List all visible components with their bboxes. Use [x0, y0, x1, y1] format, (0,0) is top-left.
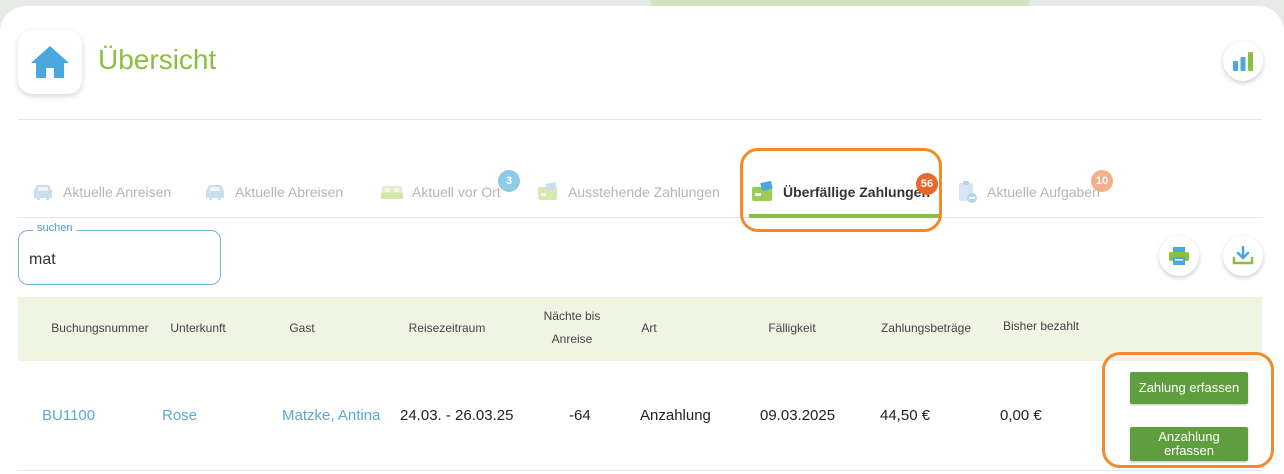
car-icon	[30, 180, 56, 204]
amount-paid: 0,00 €	[1000, 407, 1042, 424]
column-header-amounts: Zahlungsbeträge	[880, 321, 972, 335]
column-header-guest: Gast	[289, 321, 315, 335]
tab-current-tasks[interactable]: Aktuelle Aufgaben 10	[954, 166, 1113, 218]
page-title: Übersicht	[98, 44, 217, 75]
printer-icon	[1169, 247, 1189, 265]
search-input[interactable]	[29, 249, 209, 271]
tab-label: Aktuelle Abreisen	[235, 184, 344, 200]
search-label: suchen	[33, 222, 77, 234]
tab-pending-payments[interactable]: Ausstehende Zahlungen	[535, 166, 720, 218]
travel-period: 24.03. - 26.03.25	[400, 407, 514, 424]
search-field[interactable]: suchen	[18, 222, 221, 285]
tab-badge: 10	[1091, 170, 1113, 192]
clipboard-icon	[954, 180, 980, 204]
nights-until-arrival: -64	[569, 407, 591, 424]
payment-card-icon	[535, 180, 561, 204]
column-header-due: Fälligkeit	[768, 321, 816, 335]
guest-link[interactable]: Matzke, Antina	[282, 407, 380, 424]
tab-label: Aktuelle Aufgaben	[987, 184, 1100, 200]
print-button[interactable]	[1159, 236, 1199, 276]
column-header-type: Art	[641, 321, 657, 335]
tab-badge: 3	[498, 170, 520, 192]
tab-currently-on-site[interactable]: Aktuell vor Ort 3	[379, 166, 520, 218]
tab-current-departures[interactable]: Aktuelle Abreisen	[202, 166, 343, 218]
tab-current-arrivals[interactable]: Aktuelle Anreisen	[30, 166, 171, 218]
car-icon	[202, 180, 228, 204]
download-icon	[1232, 246, 1254, 265]
column-header-accommodation: Unterkunft	[170, 321, 226, 335]
tab-bar: Aktuelle Anreisen Aktuelle Abreisen Aktu…	[18, 166, 1262, 218]
highlight-overdue-tab	[740, 148, 942, 232]
column-header-nights: Nächte bis Anreise	[543, 309, 601, 346]
highlight-action-buttons	[1102, 352, 1274, 468]
bed-icon	[379, 180, 405, 204]
header-divider	[18, 119, 1262, 120]
accommodation-link[interactable]: Rose	[162, 407, 197, 424]
tab-label: Aktuelle Anreisen	[63, 184, 172, 200]
column-header-period: Reisezeitraum	[408, 321, 486, 335]
payment-amount: 44,50 €	[880, 407, 931, 424]
table-row: BU1100 Rose Matzke, Antina 24.03. - 26.0…	[18, 361, 1262, 471]
statistics-button[interactable]	[1223, 41, 1263, 81]
booking-number-link[interactable]: BU1100	[42, 407, 95, 424]
tab-label: Ausstehende Zahlungen	[568, 184, 720, 200]
column-header-booking: Buchungsnummer	[51, 321, 149, 335]
bar-chart-icon	[1233, 52, 1253, 71]
home-icon	[18, 30, 82, 94]
overview-card: Übersicht Aktuelle Anreisen Aktuelle Abr…	[0, 6, 1284, 474]
due-date: 09.03.2025	[760, 407, 836, 424]
download-button[interactable]	[1223, 236, 1263, 276]
table-header: Buchungsnummer Unterkunft Gast Reisezeit…	[18, 297, 1262, 361]
tab-label: Aktuell vor Ort	[412, 184, 501, 200]
column-header-paid: Bisher bezahlt	[1002, 319, 1080, 333]
payment-type: Anzahlung	[640, 407, 711, 424]
